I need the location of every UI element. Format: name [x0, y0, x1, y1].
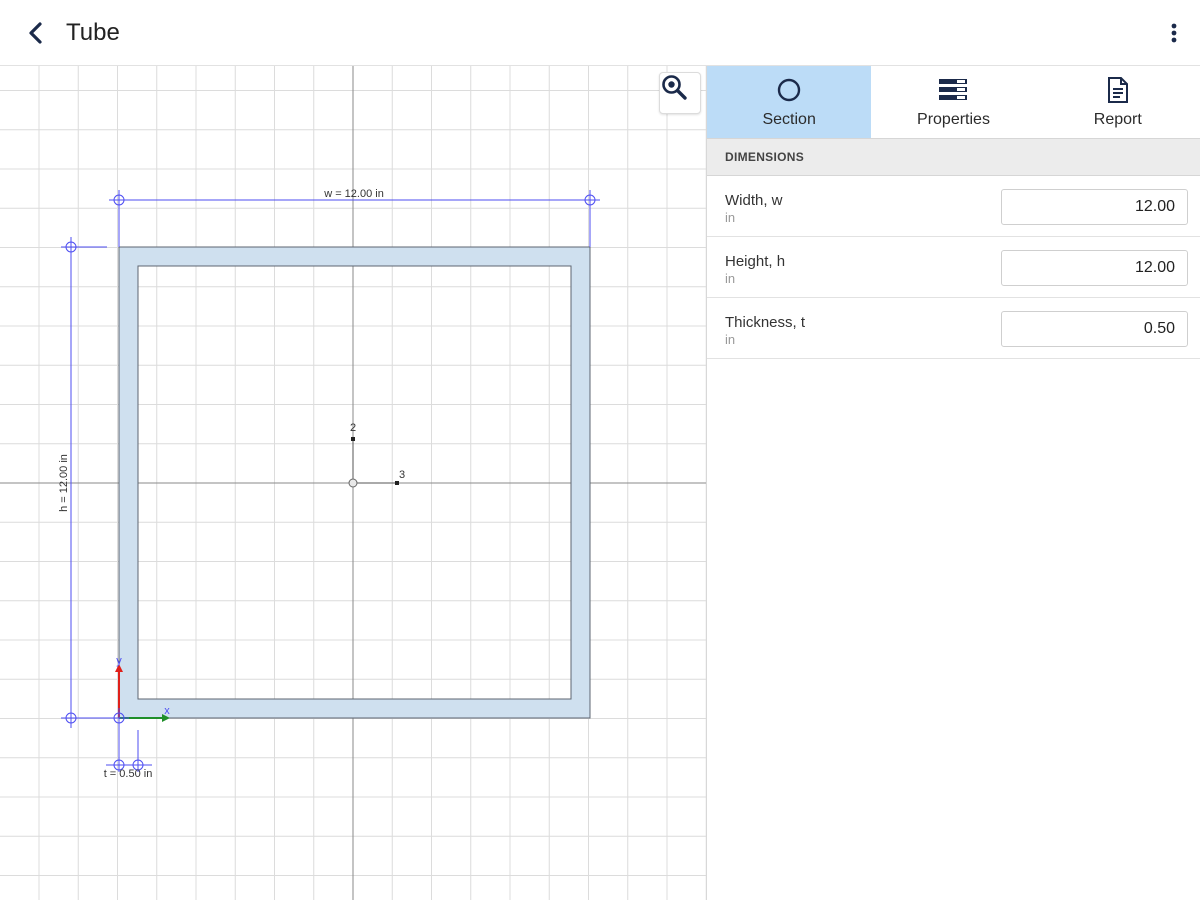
dimensions-header: DIMENSIONS [707, 138, 1200, 176]
chevron-left-icon [29, 21, 42, 44]
section-drawing: w = 12.00 in h = 12.00 in t = 0.50 in y … [0, 66, 706, 900]
tab-properties-label: Properties [917, 111, 990, 128]
centroid-axis-3-label: 3 [399, 469, 405, 481]
back-button[interactable] [16, 13, 56, 53]
height-row: Height, h in [707, 237, 1200, 298]
more-vertical-icon [1171, 23, 1177, 43]
thickness-unit: in [725, 332, 736, 347]
height-label: Height, h [725, 253, 786, 270]
properties-icon [939, 79, 968, 100]
zoom-button[interactable] [659, 72, 701, 114]
thickness-input[interactable] [1001, 311, 1188, 347]
centroid-axis-2-label: 2 [350, 422, 356, 434]
tab-report-label: Report [1093, 111, 1142, 128]
thickness-label: Thickness, t [725, 314, 806, 331]
page-title: Tube [66, 18, 120, 46]
thickness-row: Thickness, t in [707, 298, 1200, 359]
height-input[interactable] [1001, 250, 1188, 286]
height-unit: in [725, 271, 736, 286]
width-unit: in [725, 210, 736, 225]
tab-section[interactable]: Section [707, 66, 872, 138]
tab-bar: Section Properties Report [707, 66, 1200, 138]
origin-marker [109, 664, 170, 728]
zoom-icon [662, 75, 687, 100]
centroid-axes [348, 437, 399, 488]
origin-y-label: y [116, 655, 122, 667]
thickness-dimension [106, 718, 152, 772]
circle-icon [777, 78, 801, 102]
width-label: Width, w [725, 192, 783, 209]
tab-section-label: Section [762, 111, 816, 128]
tab-report[interactable]: Report [1036, 66, 1200, 138]
thickness-dimension-label: t = 0.50 in [104, 768, 153, 780]
width-input[interactable] [1001, 189, 1188, 225]
report-icon [1107, 77, 1128, 103]
width-row: Width, w in [707, 176, 1200, 237]
origin-x-label: x [164, 705, 170, 717]
tab-properties[interactable]: Properties [871, 66, 1035, 138]
height-dimension-label: h = 12.00 in [58, 454, 70, 512]
width-dimension-label: w = 12.00 in [323, 188, 384, 200]
section-canvas[interactable]: w = 12.00 in h = 12.00 in t = 0.50 in y … [0, 66, 707, 900]
top-bar: Tube [0, 0, 1200, 66]
properties-panel: Section Properties Report DIMENSIONS Wid… [707, 66, 1200, 900]
more-menu-button[interactable] [1160, 18, 1188, 48]
